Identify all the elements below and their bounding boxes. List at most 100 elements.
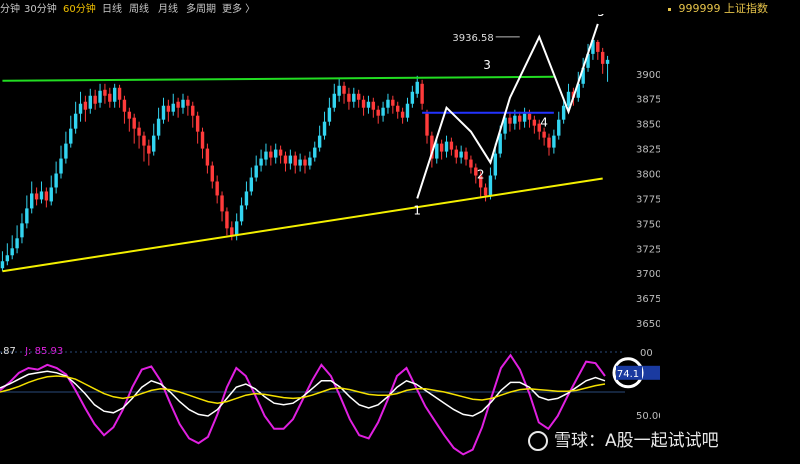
stock-code: 999999 — [678, 2, 721, 15]
candle-body — [0, 261, 5, 269]
candle-body — [122, 99, 127, 112]
candle-body — [469, 159, 473, 168]
candle-body — [166, 105, 171, 112]
candle-body — [313, 147, 317, 158]
candle-body — [557, 119, 561, 136]
candle-body — [396, 105, 400, 112]
candle-body — [156, 118, 161, 136]
candle-body — [210, 165, 214, 182]
period-tab-0[interactable]: 分钟 — [0, 0, 20, 15]
candle-body — [410, 91, 415, 104]
candle-body — [15, 238, 19, 249]
kdj-tick-0: 00 — [640, 348, 653, 359]
candle-body — [103, 89, 107, 96]
candle-body — [181, 99, 185, 108]
candle-body — [566, 91, 571, 106]
candle-body — [513, 115, 517, 124]
candle-body — [161, 105, 166, 120]
candle-body — [532, 119, 537, 126]
candle-body — [78, 103, 83, 114]
candle-body — [600, 51, 605, 64]
candle-body — [39, 191, 44, 200]
candle-body — [117, 87, 122, 100]
period-tab-1[interactable]: 30分钟 — [24, 0, 57, 15]
candle-body — [347, 93, 351, 102]
candle-body — [73, 113, 78, 129]
period-tab-7[interactable]: 更多 〉 — [222, 0, 255, 15]
candle-body — [88, 95, 92, 109]
candle-body — [54, 173, 58, 188]
period-tab-6[interactable]: 多周期 — [186, 0, 216, 15]
period-tab-5[interactable]: 月线 — [158, 0, 178, 15]
candle-body — [420, 83, 424, 104]
stock-header[interactable]: 999999 上证指数 — [668, 0, 768, 16]
kdj-series-J — [0, 353, 606, 456]
candle-body — [527, 113, 532, 120]
kdj-series-K — [0, 370, 606, 417]
period-tab-4[interactable]: 周线 — [129, 0, 149, 15]
green-trend-line — [2, 75, 554, 82]
wave-label-4: 4 — [540, 116, 548, 130]
candle-body — [303, 159, 307, 166]
candle-body — [547, 137, 551, 148]
candle-body — [522, 113, 527, 122]
price-tick-3: 3825 — [636, 145, 660, 156]
candle-body — [322, 121, 327, 136]
candle-body — [298, 159, 302, 166]
candle-body — [361, 99, 366, 108]
price-tick-8: 3700 — [636, 269, 660, 280]
candle-body — [137, 127, 141, 136]
candle-body — [200, 131, 205, 149]
candlestick-chart: 3900 3875 3850 3825 3800 3775 3750 3725 3700 3675… — [0, 14, 660, 330]
candle-body — [366, 101, 371, 108]
price-tick-10: 3650 — [636, 319, 660, 330]
wave-label-2: 2 — [477, 168, 485, 182]
candle-body — [93, 95, 97, 104]
kdj-current-value: 74.1 — [617, 369, 639, 380]
candle-body — [337, 85, 341, 96]
candle-body — [381, 107, 385, 116]
candle-body — [332, 93, 336, 108]
candle-body — [132, 117, 136, 129]
candle-body — [274, 149, 278, 158]
candle-body — [605, 59, 610, 64]
candle-body — [552, 135, 556, 148]
candle-body — [176, 101, 180, 108]
white-trend-line — [416, 23, 599, 199]
candle-body — [508, 117, 512, 124]
wave-label-3: 3 — [483, 58, 491, 72]
candle-body — [269, 151, 273, 158]
candle-body — [30, 193, 34, 209]
candle-body — [342, 85, 346, 94]
candle-body — [425, 113, 429, 136]
candle-body — [215, 181, 219, 196]
candle-body — [386, 99, 390, 108]
candle-body — [415, 81, 419, 94]
candle-body — [127, 111, 132, 119]
candle-body — [69, 128, 73, 144]
candle-body — [283, 155, 288, 164]
candle-body — [225, 211, 229, 229]
candle-body — [244, 191, 249, 206]
candle-body — [376, 109, 380, 116]
candle-body — [561, 105, 566, 120]
watermark-text: 雪球：A股一起试试吧 — [554, 431, 719, 451]
candle-body — [444, 141, 449, 152]
period-tab-2[interactable]: 60分钟 — [63, 0, 96, 15]
candle-body — [34, 193, 39, 200]
wave-label-1: 1 — [413, 203, 421, 217]
candle-body — [230, 227, 234, 236]
snowball-logo-icon — [528, 431, 548, 451]
candle-body — [439, 143, 444, 152]
period-tab-3[interactable]: 日线 — [102, 0, 122, 15]
candle-body — [596, 41, 600, 52]
candle-body — [186, 99, 190, 106]
candle-body — [449, 141, 454, 150]
price-tick-1: 3875 — [636, 95, 660, 106]
candle-body — [25, 208, 29, 224]
candle-body — [293, 155, 297, 166]
candle-body — [459, 151, 463, 158]
candle-body — [205, 148, 210, 166]
candle-body — [234, 221, 239, 236]
stock-name: 上证指数 — [724, 2, 768, 15]
